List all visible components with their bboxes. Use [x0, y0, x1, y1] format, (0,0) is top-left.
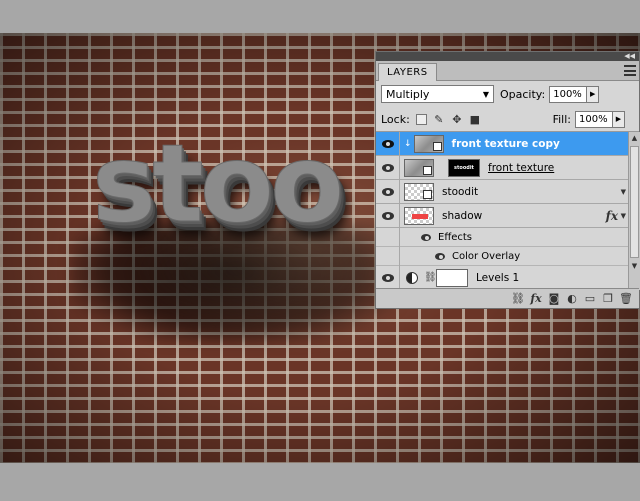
scroll-thumb[interactable] — [630, 146, 639, 258]
opacity-slider-arrow-icon[interactable]: ▶ — [587, 85, 600, 103]
effects-group-row[interactable]: Effects — [376, 227, 628, 247]
layers-scrollbar[interactable]: ▲ ▼ — [628, 132, 640, 290]
expand-arrow-icon[interactable]: ▼ — [621, 212, 626, 220]
layer-name: shadow — [442, 209, 483, 222]
visibility-eye-icon[interactable] — [376, 203, 400, 228]
lock-image-pixels-icon[interactable]: ✎ — [433, 113, 445, 126]
layer-front-texture-copy[interactable]: ↓ front texture copy — [376, 132, 628, 156]
layer-thumbnail — [404, 182, 434, 201]
layer-name: front texture — [488, 161, 555, 174]
smart-object-icon — [423, 189, 432, 199]
lock-fill-row: Lock: ✎ ✥ ■ Fill: 100% ▶ — [376, 107, 639, 132]
scroll-up-icon[interactable]: ▲ — [629, 132, 640, 144]
scroll-down-icon[interactable]: ▼ — [629, 260, 640, 272]
layer-thumbnail — [404, 158, 434, 177]
layer-name: Levels 1 — [476, 271, 520, 284]
layer-name: stoodit — [442, 185, 479, 198]
link-layers-icon[interactable]: ⛓ — [509, 292, 527, 305]
fill-control: Fill: 100% ▶ — [552, 110, 639, 128]
tab-layers[interactable]: LAYERS — [378, 63, 437, 81]
opacity-label: Opacity: — [500, 87, 546, 101]
blend-mode-select[interactable]: Multiply ▼ — [381, 85, 494, 103]
lock-position-icon[interactable]: ✥ — [451, 113, 463, 126]
chain-link-icon[interactable]: ⛓ — [424, 272, 437, 283]
layers-list: ↓ front texture copy stoodit front textu… — [376, 132, 628, 290]
layer-mask-thumbnail[interactable] — [436, 268, 468, 287]
panel-tab-bar: LAYERS — [376, 61, 639, 81]
opacity-input[interactable]: 100% — [549, 85, 588, 103]
collapse-panel-icon[interactable]: ◀◀ — [624, 52, 635, 61]
clipping-arrow-icon: ↓ — [404, 138, 412, 149]
fill-input[interactable]: 100% — [575, 110, 613, 128]
panel-bottom-toolbar: ⛓ fx ◙ ◐ ▭ ❐ 🗑 — [376, 288, 639, 308]
panel-titlebar[interactable]: ◀◀ — [376, 52, 639, 61]
layer-effects-icon[interactable]: fx — [606, 209, 618, 223]
layer-levels-1[interactable]: ⛓ Levels 1 — [376, 265, 628, 290]
photoshop-workspace: stoo ◀◀ LAYERS Multiply ▼ Opacity: 100% … — [0, 0, 640, 501]
lock-all-icon[interactable]: ■ — [469, 113, 481, 126]
layer-mask-thumbnail[interactable]: stoodit — [448, 158, 480, 177]
visibility-eye-icon[interactable] — [376, 132, 400, 156]
lock-label: Lock: — [381, 112, 410, 126]
add-mask-icon[interactable]: ◙ — [545, 292, 563, 305]
visibility-eye-icon[interactable] — [376, 179, 400, 204]
new-group-folder-icon[interactable]: ▭ — [581, 292, 599, 305]
new-adjustment-layer-icon[interactable]: ◐ — [563, 292, 581, 305]
panel-menu-icon[interactable] — [624, 65, 636, 76]
chevron-down-icon: ▼ — [482, 89, 489, 99]
fill-label: Fill: — [552, 112, 571, 126]
color-overlay-label: Color Overlay — [452, 250, 521, 262]
layer-thumbnail — [404, 206, 434, 225]
add-layer-style-icon[interactable]: fx — [527, 292, 545, 305]
layer-name: front texture copy — [451, 137, 560, 150]
visibility-eye-icon[interactable] — [376, 265, 400, 290]
smart-object-icon — [432, 141, 442, 151]
delete-layer-trash-icon[interactable]: 🗑 — [617, 292, 635, 305]
effects-label: Effects — [438, 231, 472, 243]
layers-panel: ◀◀ LAYERS Multiply ▼ Opacity: 100% ▶ Loc… — [375, 51, 640, 309]
smart-object-icon — [423, 165, 432, 175]
fill-slider-arrow-icon[interactable]: ▶ — [613, 110, 625, 128]
layer-shadow[interactable]: shadow fx ▼ — [376, 203, 628, 228]
empty-cell — [376, 227, 400, 247]
layer-thumbnail — [413, 134, 444, 153]
visibility-eye-icon[interactable] — [430, 244, 450, 268]
expand-arrow-icon[interactable]: ▼ — [621, 188, 626, 196]
layer-stoodit[interactable]: stoodit ▼ — [376, 179, 628, 204]
effect-color-overlay-row[interactable]: Color Overlay — [376, 244, 628, 268]
lock-transparent-pixels-icon[interactable] — [415, 113, 427, 125]
new-layer-icon[interactable]: ❐ — [599, 292, 617, 305]
adjustment-layer-icon — [406, 271, 418, 284]
blend-mode-value: Multiply — [386, 87, 430, 101]
stone-text-artwork: stoo — [91, 122, 344, 247]
blend-opacity-row: Multiply ▼ Opacity: 100% ▶ — [376, 81, 639, 107]
layer-front-texture[interactable]: stoodit front texture — [376, 155, 628, 180]
empty-cell — [376, 246, 400, 266]
visibility-eye-icon[interactable] — [376, 155, 400, 180]
